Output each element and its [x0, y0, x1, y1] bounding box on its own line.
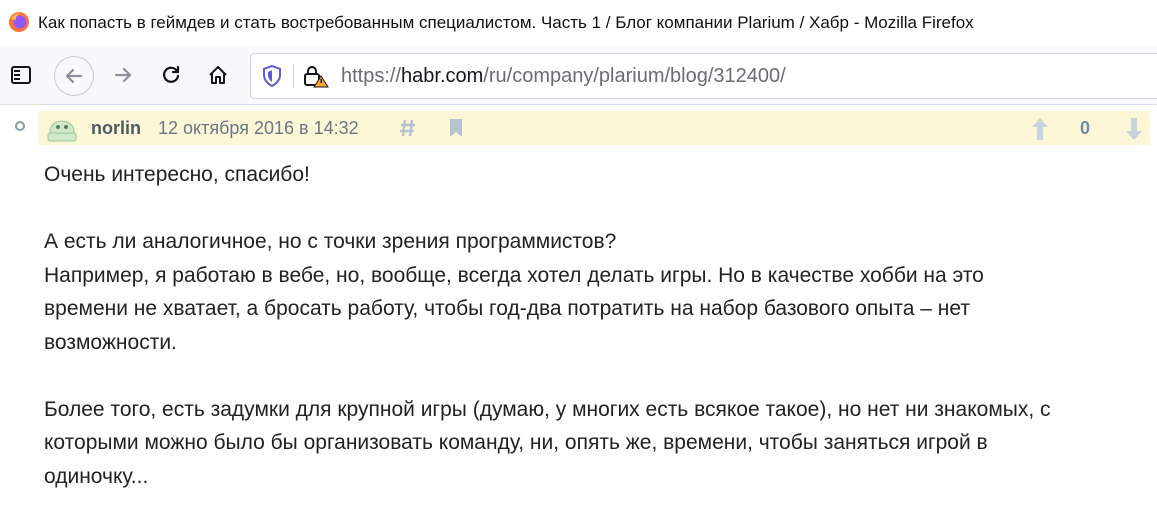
- comment-line: Например, я работаю в вебе, но, вообще, …: [44, 263, 984, 287]
- reload-icon: [163, 65, 180, 83]
- window-title: Как попасть в геймдев и стать востребова…: [38, 13, 974, 32]
- firefox-logo-icon: [9, 12, 29, 32]
- vote-down-arrow-icon[interactable]: [1124, 116, 1144, 142]
- sidebar-toggle-button[interactable]: [2, 56, 40, 94]
- arrow-left-icon: [65, 68, 83, 84]
- comment-line: А есть ли аналогичное, но с точки зрения…: [44, 230, 617, 253]
- comment-line: времени не хватает, а бросать работу, чт…: [44, 297, 970, 320]
- comment-author[interactable]: norlin: [91, 118, 141, 139]
- comment-line: Более того, есть задумки для крупной игр…: [44, 397, 1051, 421]
- url-bar-divider: [293, 64, 294, 88]
- comment-text: Очень интересно, спасибо! А есть ли анал…: [44, 158, 1124, 493]
- window-titlebar: Как попасть в геймдев и стать востребова…: [0, 0, 1157, 46]
- home-icon: [209, 66, 227, 84]
- comment-thread-marker[interactable]: [15, 121, 25, 131]
- arrow-right-icon: [114, 67, 132, 83]
- bookmark-icon[interactable]: [448, 117, 464, 139]
- comment-line: которыми можно было бы организовать кома…: [44, 431, 988, 454]
- url-prefix: https://: [341, 65, 402, 87]
- comment-timestamp[interactable]: 12 октября 2016 в 14:32: [158, 118, 359, 139]
- tracking-protection-shield-icon[interactable]: [261, 64, 283, 88]
- reload-button[interactable]: [152, 56, 190, 94]
- comment-vote-count: 0: [1080, 118, 1091, 138]
- insecure-lock-icon[interactable]: [303, 64, 329, 88]
- comment-line: Очень интересно, спасибо!: [44, 163, 310, 186]
- url-bar[interactable]: https://habr.com/ru/company/plarium/blog…: [250, 53, 1157, 99]
- comment-line: одиночку...: [44, 464, 149, 488]
- url-text[interactable]: https://habr.com/ru/company/plarium/blog…: [341, 65, 786, 88]
- navigation-toolbar: https://habr.com/ru/company/plarium/blog…: [0, 46, 1157, 105]
- forward-button[interactable]: [104, 56, 142, 94]
- back-button[interactable]: [54, 56, 94, 96]
- sidebar-icon: [11, 66, 31, 84]
- home-button[interactable]: [199, 56, 237, 94]
- comment-header: norlin 12 октября 2016 в 14:32 0: [38, 111, 1150, 145]
- url-path: /ru/company/plarium/blog/312400/: [483, 65, 786, 87]
- avatar[interactable]: [46, 113, 78, 143]
- vote-up-arrow-icon[interactable]: [1030, 116, 1050, 142]
- hash-link-icon[interactable]: [398, 117, 418, 139]
- comment-line: возможности.: [44, 330, 177, 354]
- url-host: habr.com: [401, 65, 484, 87]
